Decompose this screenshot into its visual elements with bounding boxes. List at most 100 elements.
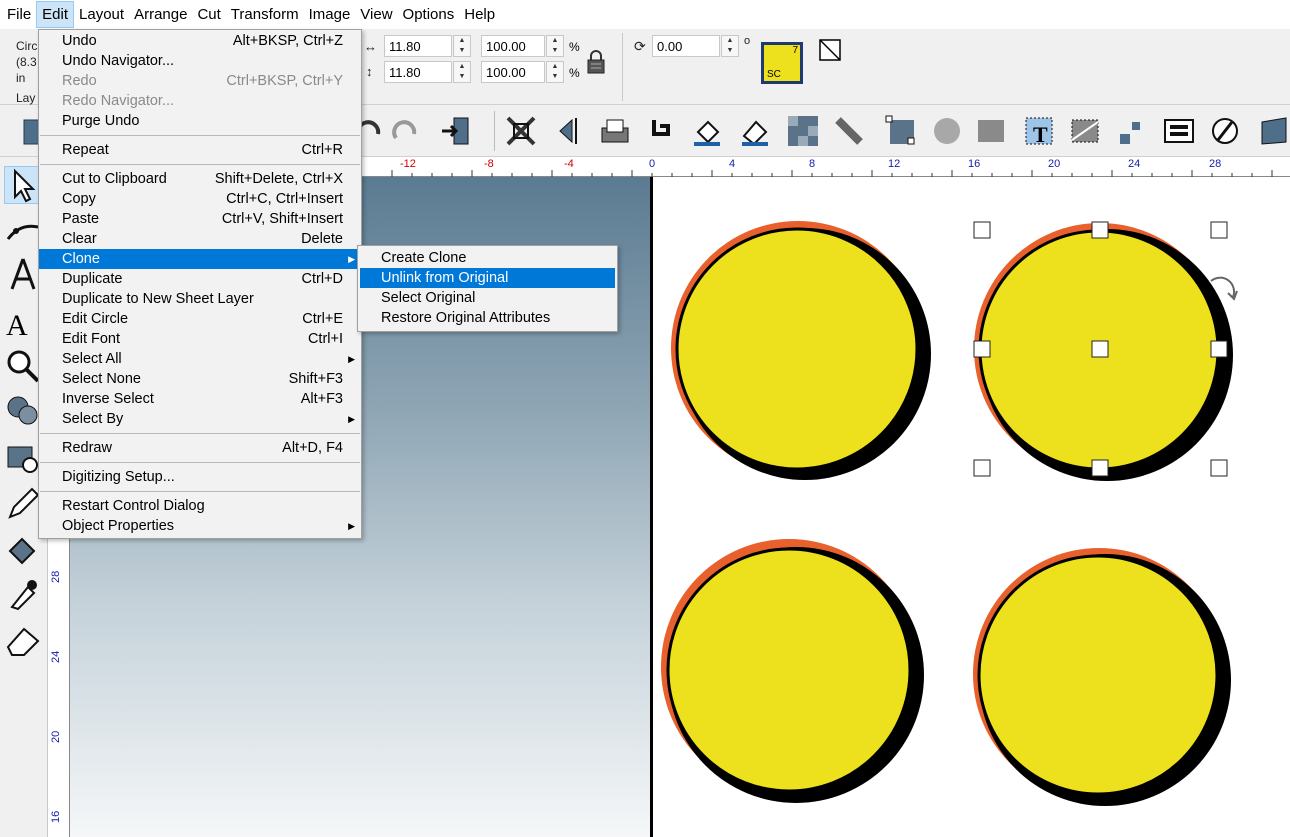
ruler-label: -4 [564,158,574,170]
ruler-label: 0 [649,158,656,170]
text-fit-icon[interactable]: T [1022,114,1056,148]
menu-item-repeat[interactable]: Repeat Ctrl+R [39,140,361,160]
menu-item-clear[interactable]: Clear Delete [39,229,361,249]
ruler-label: 24 [1128,158,1141,170]
knife-icon[interactable] [1208,114,1242,148]
circle-object[interactable] [671,221,931,480]
circle-object[interactable] [973,548,1231,806]
width-spinner[interactable]: ▲ ▼ [453,35,471,57]
print-icon[interactable] [598,114,632,148]
swatch-label: SC [767,69,781,80]
panel-icon[interactable] [1162,114,1196,148]
menu-item-select-by[interactable]: Select By ▶ [39,409,361,429]
menu-item-restart-control-dialog[interactable]: Restart Control Dialog [39,496,361,516]
rotate-icon: ⟳ [634,38,646,54]
select-tool-icon[interactable] [4,166,42,204]
height-input[interactable]: 11.80 [384,61,452,83]
object-info-line2: (8.3 [16,55,37,69]
menu-item-copy[interactable]: Copy Ctrl+C, Ctrl+Insert [39,189,361,209]
menu-item-edit-circle[interactable]: Edit Circle Ctrl+E [39,309,361,329]
menu-edit[interactable]: Edit [36,1,75,28]
submenu-item-unlink-from-original[interactable]: Unlink from Original [360,268,615,288]
menu-item-clone[interactable]: Clone ▶ [39,249,361,269]
eraser-tool-icon[interactable] [4,621,42,659]
edit-menu: Undo Alt+BKSP, Ctrl+Z Undo Navigator... R… [38,29,362,539]
no-fill-icon[interactable] [819,39,841,61]
rect-gray-icon[interactable] [974,114,1008,148]
menu-item-redraw[interactable]: Redraw Alt+D, F4 [39,438,361,458]
menu-item-object-properties[interactable]: Object Properties ▶ [39,516,361,536]
rotate-right-icon[interactable] [388,114,422,148]
menu-view[interactable]: View [355,2,397,27]
menu-item-redo-navigator: Redo Navigator... [62,93,175,109]
bitmap-icon[interactable] [786,114,820,148]
node-edit-tool-icon[interactable] [4,213,42,251]
menu-item-undo-navigator[interactable]: Undo Navigator... [39,51,361,71]
height-percent-input[interactable]: 100.00 [481,61,545,83]
menu-transform[interactable]: Transform [226,2,304,27]
circle-gray-icon[interactable] [930,114,964,148]
menu-item-duplicate[interactable]: Duplicate Ctrl+D [39,269,361,289]
submenu-arrow-icon: ▶ [348,414,355,424]
menu-file[interactable]: File [2,2,36,27]
distort-icon[interactable] [1068,114,1102,148]
paint-icon[interactable] [738,114,772,148]
fill-tool-icon[interactable] [4,531,42,569]
width-arrow-icon: ↔ [364,39,377,54]
more-icon[interactable] [1256,114,1290,148]
weld-icon[interactable] [504,114,538,148]
menu-item-select-all[interactable]: Select All ▶ [39,349,361,369]
menu-help[interactable]: Help [459,2,500,27]
shapes-tool-icon[interactable] [4,391,42,429]
width-percent-spinner[interactable]: ▲ ▼ [546,35,564,57]
rotation-spinner[interactable]: ▲ ▼ [721,35,739,57]
grid-select-icon[interactable] [884,114,918,148]
menu-item-paste[interactable]: Paste Ctrl+V, Shift+Insert [39,209,361,229]
submenu-item-restore-original-attributes[interactable]: Restore Original Attributes [358,308,617,328]
menu-item-digitizing-setup[interactable]: Digitizing Setup... [39,467,361,487]
submenu-arrow-icon: ▶ [348,254,355,264]
submenu-item-create-clone[interactable]: Create Clone [358,248,617,268]
width-percent-symbol: % [569,40,580,54]
ruler-label: -8 [484,158,494,170]
pen-tool-icon[interactable] [4,255,42,293]
ruler-label: 16 [968,158,981,170]
menu-item-select-none[interactable]: Select None Shift+F3 [39,369,361,389]
pencil-tool-icon[interactable] [4,485,42,523]
menu-arrange[interactable]: Arrange [129,2,192,27]
zoom-tool-icon[interactable] [4,347,42,385]
eyedropper-tool-icon[interactable] [4,575,42,613]
menu-item-inverse-select[interactable]: Inverse Select Alt+F3 [39,389,361,409]
color-swatch[interactable]: 7 SC [761,42,803,84]
align-icon[interactable] [1116,114,1150,148]
width-percent-input[interactable]: 100.00 [481,35,545,57]
menu-image[interactable]: Image [304,2,356,27]
menu-cut[interactable]: Cut [192,2,225,27]
submenu-item-select-original[interactable]: Select Original [358,288,617,308]
menu-item-purge-undo[interactable]: Purge Undo [39,111,361,131]
width-input[interactable]: 11.80 [384,35,452,57]
height-percent-spinner[interactable]: ▲ ▼ [546,61,564,83]
menu-layout[interactable]: Layout [74,2,129,27]
rotation-input[interactable]: 0.00 [652,35,720,57]
menu-item-duplicate-to-new-sheet-layer[interactable]: Duplicate to New Sheet Layer [39,289,361,309]
menu-options[interactable]: Options [398,2,460,27]
mirror-icon[interactable] [552,114,586,148]
fill-bucket-icon[interactable] [690,114,724,148]
object-info-line1: Circ [16,39,38,53]
bitmap-tool-icon[interactable] [4,439,42,477]
ruler-label: 16 [50,810,62,823]
menu-item-undo[interactable]: Undo Alt+BKSP, Ctrl+Z [39,31,361,51]
object-info-line4: Lay [16,91,36,105]
trace-icon[interactable] [832,114,866,148]
circle-object[interactable] [661,539,924,803]
height-spinner[interactable]: ▲ ▼ [453,61,471,83]
hook-icon[interactable] [644,114,678,148]
import-icon[interactable] [440,114,474,148]
menu-item-cut-to-clipboard[interactable]: Cut to Clipboard Shift+Delete, Ctrl+X [39,169,361,189]
lock-icon[interactable] [585,49,607,75]
swatch-number: 7 [792,45,798,56]
design-objects[interactable] [653,177,1290,837]
text-tool-icon[interactable]: A [4,303,42,341]
menu-item-edit-font[interactable]: Edit Font Ctrl+I [39,329,361,349]
